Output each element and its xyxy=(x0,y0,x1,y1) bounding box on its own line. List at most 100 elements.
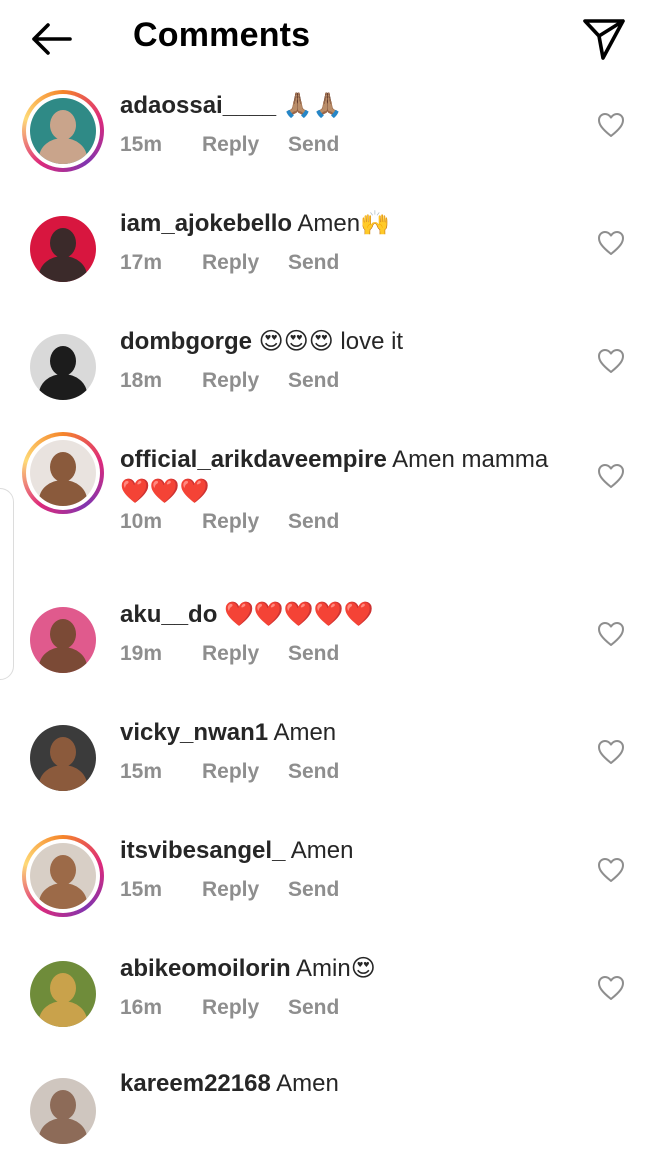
comment-text: aku__do ❤️❤️❤️❤️❤️ xyxy=(120,599,580,631)
comment-username[interactable]: itsvibesangel_ xyxy=(120,837,285,864)
comment-item[interactable]: kareem22168 Amen xyxy=(0,1058,662,1176)
heart-like-icon[interactable] xyxy=(596,856,626,884)
comment-item[interactable]: itsvibesangel_ Amen 15m Reply Send xyxy=(0,823,662,941)
avatar-story-ring[interactable] xyxy=(22,835,104,917)
reply-button[interactable]: Reply xyxy=(202,878,288,902)
comment-item[interactable]: dombgorge 😍😍😍 love it 18m Reply Send xyxy=(0,314,662,432)
comment-item[interactable]: iam_ajokebello Amen🙌 17m Reply Send xyxy=(0,196,662,314)
avatar-head-shape xyxy=(50,855,76,885)
avatar-story-ring[interactable] xyxy=(22,432,104,514)
comment-body: Amen xyxy=(268,719,337,746)
comment-username[interactable]: adaossai____ xyxy=(120,92,276,119)
side-edge-handle[interactable] xyxy=(0,488,14,680)
reply-button[interactable]: Reply xyxy=(202,510,288,534)
top-bar: Comments xyxy=(0,0,662,78)
comment-item[interactable]: official_arikdaveempire Amen mamma ❤️❤️❤… xyxy=(0,432,662,550)
avatar[interactable] xyxy=(30,1078,96,1144)
heart-like-icon[interactable] xyxy=(596,620,626,648)
reply-button[interactable]: Reply xyxy=(202,133,288,157)
comment-username[interactable]: abikeomoilorin xyxy=(120,955,291,982)
avatar-head-shape xyxy=(50,1090,76,1120)
comment-username[interactable]: iam_ajokebello xyxy=(120,210,292,237)
comment-text: iam_ajokebello Amen🙌 xyxy=(120,208,580,240)
reply-button[interactable]: Reply xyxy=(202,251,288,275)
comment-timestamp: 15m xyxy=(120,133,163,156)
comment-body: Amin😍 xyxy=(290,955,376,982)
page-title: Comments xyxy=(133,16,311,54)
heart-like-icon[interactable] xyxy=(596,738,626,766)
avatar[interactable] xyxy=(30,334,96,400)
avatar-body-shape xyxy=(39,138,87,164)
comment-body: Amen🙌 xyxy=(292,210,390,237)
avatar-container[interactable] xyxy=(22,599,104,681)
avatar-body-shape xyxy=(39,480,87,506)
comment-text: official_arikdaveempire Amen mamma ❤️❤️❤… xyxy=(120,444,580,508)
send-button[interactable]: Send xyxy=(288,996,339,1020)
send-button[interactable]: Send xyxy=(288,369,339,393)
avatar[interactable] xyxy=(30,725,96,791)
avatar[interactable] xyxy=(30,607,96,673)
heart-like-icon[interactable] xyxy=(596,974,626,1002)
comment-timestamp: 10m xyxy=(120,510,163,533)
avatar[interactable] xyxy=(30,961,96,1027)
avatar-container[interactable] xyxy=(22,953,104,1035)
heart-like-icon[interactable] xyxy=(596,462,626,490)
avatar-head-shape xyxy=(50,737,76,767)
reply-button[interactable]: Reply xyxy=(202,996,288,1020)
comment-body: 😍😍😍 love it xyxy=(252,328,404,355)
comment-timestamp: 15m xyxy=(120,878,163,901)
send-button[interactable]: Send xyxy=(288,510,339,534)
send-button[interactable]: Send xyxy=(288,878,339,902)
comment-timestamp: 16m xyxy=(120,996,163,1019)
comment-meta: 15m Reply Send xyxy=(120,878,339,902)
reply-button[interactable]: Reply xyxy=(202,642,288,666)
avatar-body-shape xyxy=(39,883,87,909)
send-button[interactable]: Send xyxy=(288,760,339,784)
comment-username[interactable]: kareem22168 xyxy=(120,1070,271,1097)
heart-like-icon[interactable] xyxy=(596,229,626,257)
send-button[interactable]: Send xyxy=(288,642,339,666)
avatar-container[interactable] xyxy=(22,208,104,290)
avatar-head-shape xyxy=(50,228,76,258)
avatar-body-shape xyxy=(39,765,87,791)
comment-timestamp: 17m xyxy=(120,251,163,274)
avatar-head-shape xyxy=(50,619,76,649)
send-paper-plane-icon[interactable] xyxy=(578,12,630,64)
comment-username[interactable]: official_arikdaveempire xyxy=(120,446,387,473)
avatar-container[interactable] xyxy=(22,717,104,799)
comment-body: Amen xyxy=(285,837,354,864)
avatar-container[interactable] xyxy=(22,326,104,408)
avatar[interactable] xyxy=(30,216,96,282)
comment-text: kareem22168 Amen xyxy=(120,1068,580,1100)
comment-text: vicky_nwan1 Amen xyxy=(120,717,580,749)
reply-button[interactable]: Reply xyxy=(202,369,288,393)
send-button[interactable]: Send xyxy=(288,251,339,275)
avatar-body-shape xyxy=(39,374,87,400)
send-button[interactable]: Send xyxy=(288,133,339,157)
comment-meta: 19m Reply Send xyxy=(120,642,339,666)
comment-item[interactable]: vicky_nwan1 Amen 15m Reply Send xyxy=(0,705,662,823)
avatar[interactable] xyxy=(30,98,96,164)
avatar-head-shape xyxy=(50,452,76,482)
comment-username[interactable]: dombgorge xyxy=(120,328,252,355)
comment-username[interactable]: aku__do xyxy=(120,601,217,628)
avatar-container[interactable] xyxy=(22,1070,104,1152)
comment-item[interactable]: abikeomoilorin Amin😍 16m Reply Send xyxy=(0,941,662,1059)
avatar-story-ring[interactable] xyxy=(22,90,104,172)
heart-like-icon[interactable] xyxy=(596,111,626,139)
avatar[interactable] xyxy=(30,843,96,909)
comment-body: ❤️❤️❤️❤️❤️ xyxy=(217,601,374,628)
heart-like-icon[interactable] xyxy=(596,347,626,375)
comment-meta: 18m Reply Send xyxy=(120,369,339,393)
arrow-left-icon[interactable] xyxy=(26,18,78,60)
comment-meta: 16m Reply Send xyxy=(120,996,339,1020)
comment-body: Amen xyxy=(270,1070,339,1097)
comment-username[interactable]: vicky_nwan1 xyxy=(120,719,268,746)
avatar-body-shape xyxy=(39,647,87,673)
comment-item[interactable]: adaossai____ 🙏🏽🙏🏽 15m Reply Send xyxy=(0,78,662,196)
avatar[interactable] xyxy=(30,440,96,506)
avatar-head-shape xyxy=(50,110,76,140)
comment-timestamp: 15m xyxy=(120,760,163,783)
comment-item[interactable]: aku__do ❤️❤️❤️❤️❤️ 19m Reply Send xyxy=(0,587,662,705)
reply-button[interactable]: Reply xyxy=(202,760,288,784)
